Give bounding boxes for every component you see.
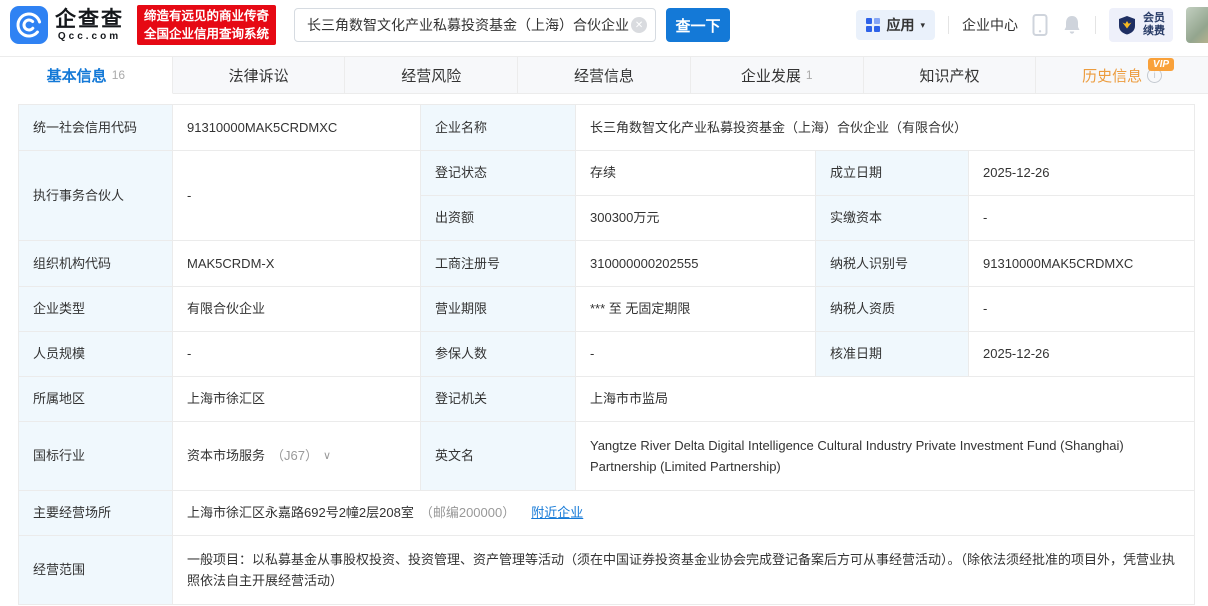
address-zip: （邮编200000） [420,502,515,523]
staff-size-label: 人员规模 [19,332,173,377]
company-name-value: 长三角数智文化产业私募投资基金（上海）合伙企业（有限合伙） [576,105,1195,151]
enterprise-center-link[interactable]: 企业中心 [962,15,1018,35]
tab-count: 1 [806,68,813,82]
caret-down-icon: ▾ [920,20,925,31]
taxpayer-quality-label: 纳税人资质 [816,287,969,332]
partner-label: 执行事务合伙人 [19,151,173,241]
approval-date-label: 核准日期 [816,332,969,377]
company-name-label: 企业名称 [421,105,576,151]
tab-basic-info[interactable]: 基本信息 16 [0,57,173,94]
chevron-down-icon[interactable]: ∨ [323,447,331,465]
capital-value: 300300万元 [576,196,816,241]
en-name-label: 英文名 [421,422,576,491]
org-code-label: 组织机构代码 [19,241,173,287]
region-label: 所属地区 [19,377,173,422]
taxpayer-id-value: 91310000MAK5CRDMXC [969,241,1195,287]
search-input[interactable] [307,17,631,33]
brand-name: 企查查 [55,9,124,31]
reg-status-label: 登记状态 [421,151,576,196]
credit-code-label: 统一社会信用代码 [19,105,173,151]
scope-label: 经营范围 [19,536,173,605]
tab-count: 16 [112,68,125,82]
industry-code: （J67） [271,445,318,466]
tab-history-info[interactable]: VIP 历史信息 i [1036,57,1208,94]
insured-label: 参保人数 [421,332,576,377]
staff-size-value: - [173,332,421,377]
header: 企查查 Qcc.com 缔造有远见的商业传奇 全国企业信用查询系统 ✕ 查一下 … [0,0,1208,50]
paid-capital-value: - [969,196,1195,241]
apps-grid-icon [866,18,880,32]
tab-intellectual-property[interactable]: 知识产权 [864,57,1037,94]
mobile-app-icon[interactable] [1031,13,1049,37]
industry-value: 资本市场服务 （J67） ∨ [173,422,421,491]
member-renew-button[interactable]: 会员 续费 [1109,8,1173,42]
credit-code-value: 91310000MAK5CRDMXC [173,105,421,151]
org-code-value: MAK5CRDM-X [173,241,421,287]
paid-capital-label: 实缴资本 [816,196,969,241]
search-button[interactable]: 查一下 [666,8,730,42]
reg-authority-label: 登记机关 [421,377,576,422]
company-type-label: 企业类型 [19,287,173,332]
taxpayer-id-label: 纳税人识别号 [816,241,969,287]
tab-operation-info[interactable]: 经营信息 [518,57,691,94]
vip-badge: VIP [1148,58,1174,71]
apps-menu[interactable]: 应用 ▾ [856,10,935,40]
reg-no-label: 工商注册号 [421,241,576,287]
capital-label: 出资额 [421,196,576,241]
tab-legal-litigation[interactable]: 法律诉讼 [173,57,346,94]
tab-bar: 基本信息 16 法律诉讼 经营风险 经营信息 企业发展 1 知识产权 VIP 历… [0,56,1208,94]
user-avatar[interactable] [1186,7,1208,43]
company-type-value: 有限合伙企业 [173,287,421,332]
nearby-companies-link[interactable]: 附近企业 [531,502,583,523]
partner-value: - [173,151,421,241]
est-date-value: 2025-12-26 [969,151,1195,196]
en-name-value: Yangtze River Delta Digital Intelligence… [576,422,1195,491]
basic-info-table: 统一社会信用代码 91310000MAK5CRDMXC 企业名称 长三角数智文化… [18,104,1195,605]
vip-crown-icon [1117,15,1137,35]
est-date-label: 成立日期 [816,151,969,196]
tab-operation-risk[interactable]: 经营风险 [345,57,518,94]
qcc-logo-icon [10,6,48,44]
address-value: 上海市徐汇区永嘉路692号2幢2层208室 （邮编200000） 附近企业 [173,491,1195,536]
approval-date-value: 2025-12-26 [969,332,1195,377]
address-label: 主要经营场所 [19,491,173,536]
scope-value: 一般项目：以私募基金从事股权投资、投资管理、资产管理等活动（须在中国证券投资基金… [173,536,1195,605]
region-value: 上海市徐汇区 [173,377,421,422]
brand-domain: Qcc.com [58,31,121,42]
clear-icon[interactable]: ✕ [631,17,647,33]
search-area: ✕ 查一下 [294,8,730,42]
tab-enterprise-development[interactable]: 企业发展 1 [691,57,864,94]
industry-label: 国标行业 [19,422,173,491]
notification-bell-icon[interactable] [1062,14,1082,36]
divider [948,16,949,34]
reg-authority-value: 上海市市监局 [576,377,1195,422]
divider [1095,16,1096,34]
insured-value: - [576,332,816,377]
header-right-nav: 应用 ▾ 企业中心 会员 续费 [856,7,1208,43]
business-term-value: *** 至 无固定期限 [576,287,816,332]
taxpayer-quality-value: - [969,287,1195,332]
business-term-label: 营业期限 [421,287,576,332]
search-box[interactable]: ✕ [294,8,656,42]
reg-no-value: 310000000202555 [576,241,816,287]
slogan-banner: 缔造有远见的商业传奇 全国企业信用查询系统 [137,5,276,45]
qcc-logo[interactable]: 企查查 Qcc.com 缔造有远见的商业传奇 全国企业信用查询系统 [10,5,276,45]
reg-status-value: 存续 [576,151,816,196]
apps-label: 应用 [886,15,914,35]
